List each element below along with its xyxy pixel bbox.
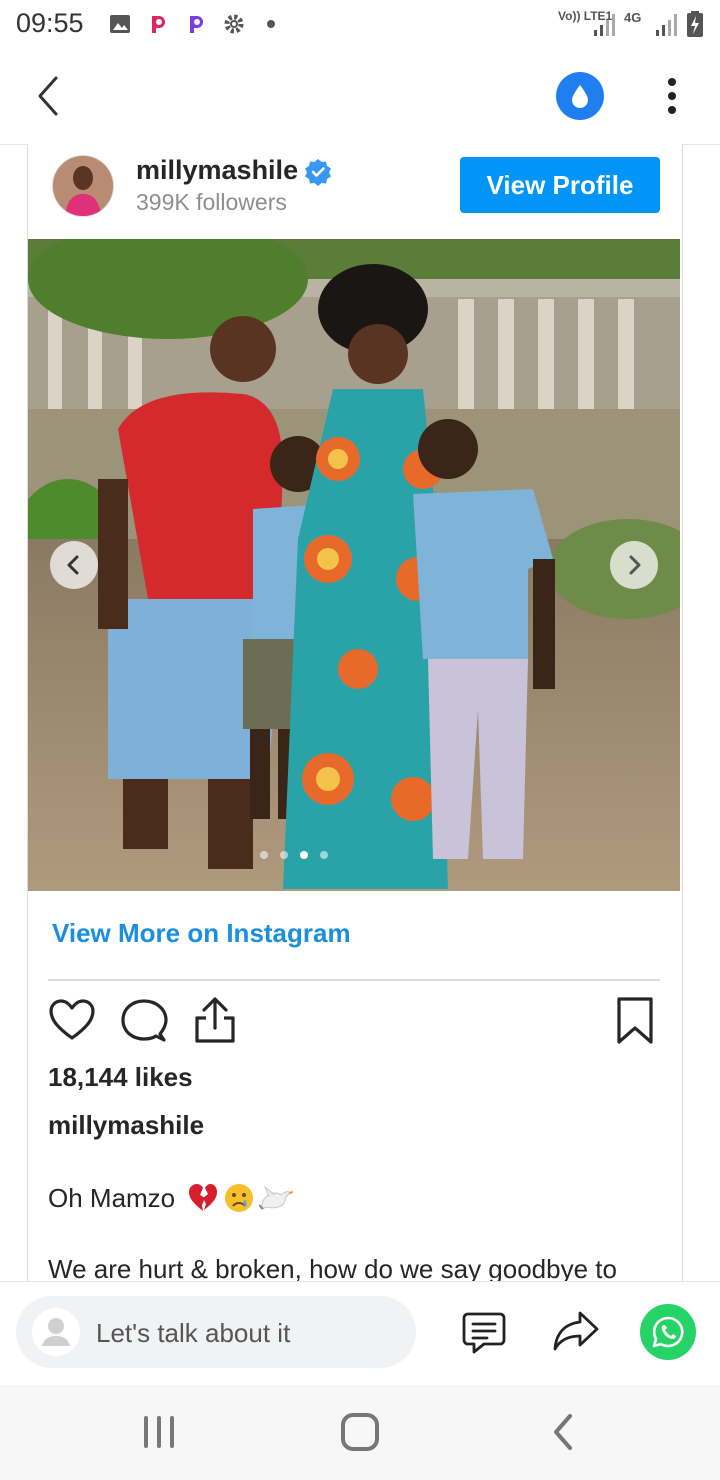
gallery-icon bbox=[110, 15, 130, 33]
divider bbox=[48, 979, 660, 981]
comment-icon[interactable] bbox=[120, 998, 168, 1044]
battery-charging-icon bbox=[687, 11, 703, 37]
view-profile-button[interactable]: View Profile bbox=[460, 157, 660, 213]
top-app-bar bbox=[0, 50, 720, 145]
settings-icon bbox=[224, 14, 244, 34]
forward-share-icon[interactable] bbox=[552, 1310, 600, 1352]
share-icon[interactable] bbox=[192, 996, 238, 1044]
back-nav-icon[interactable] bbox=[548, 1412, 578, 1452]
chevron-right-icon bbox=[629, 555, 641, 575]
more-vertical-icon[interactable] bbox=[662, 76, 682, 116]
whatsapp-icon bbox=[652, 1316, 684, 1348]
whatsapp-share-button[interactable] bbox=[640, 1304, 696, 1360]
like-count[interactable]: 18,144 likes bbox=[48, 1062, 193, 1093]
signal-icon bbox=[594, 14, 615, 36]
dot-icon bbox=[267, 20, 275, 28]
comment-placeholder[interactable]: Let's talk about it bbox=[96, 1318, 290, 1349]
signal-icon bbox=[656, 14, 677, 36]
broken-heart-icon bbox=[189, 1184, 218, 1211]
follower-count: 399K followers bbox=[136, 189, 287, 215]
network-label-2: 4G bbox=[624, 10, 642, 25]
carousel-next-button[interactable] bbox=[610, 541, 658, 589]
status-time: 09:55 bbox=[16, 8, 84, 38]
crying-face-icon bbox=[225, 1184, 254, 1212]
chevron-left-icon bbox=[67, 555, 79, 575]
chevron-left-icon[interactable] bbox=[30, 74, 66, 118]
post-image bbox=[28, 239, 680, 891]
caption-line-1: Oh Mamzo bbox=[48, 1182, 294, 1214]
p-app-icon bbox=[190, 16, 203, 33]
view-more-link[interactable]: View More on Instagram bbox=[52, 918, 351, 949]
recent-apps-icon[interactable] bbox=[140, 1414, 178, 1450]
dove-icon bbox=[259, 1185, 294, 1210]
p-app-icon bbox=[152, 16, 165, 33]
caption-text: Oh Mamzo bbox=[48, 1182, 176, 1213]
water-drop-icon bbox=[572, 85, 588, 108]
like-heart-icon[interactable] bbox=[48, 998, 96, 1042]
post-username[interactable]: millymashile bbox=[136, 155, 298, 186]
avatar-image bbox=[53, 156, 113, 216]
avatar[interactable] bbox=[52, 155, 114, 217]
carousel-prev-button[interactable] bbox=[50, 541, 98, 589]
post-photo[interactable] bbox=[28, 239, 680, 891]
water-drop-button[interactable] bbox=[556, 72, 604, 120]
caption-username[interactable]: millymashile bbox=[48, 1110, 204, 1141]
home-icon[interactable] bbox=[340, 1412, 380, 1452]
bookmark-icon[interactable] bbox=[614, 996, 656, 1046]
comments-icon[interactable] bbox=[462, 1310, 506, 1354]
user-avatar-icon bbox=[32, 1308, 80, 1356]
verified-badge-icon bbox=[305, 159, 331, 186]
